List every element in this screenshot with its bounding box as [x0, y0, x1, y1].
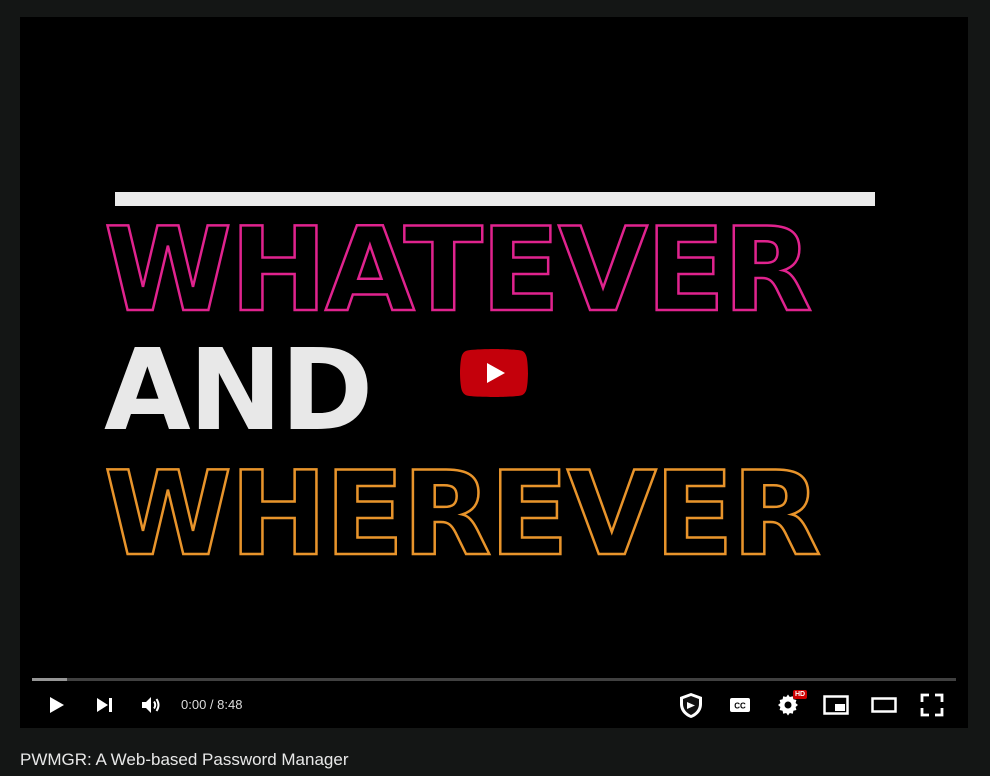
play-icon	[50, 697, 64, 713]
next-icon	[97, 698, 112, 712]
svg-text:CC: CC	[734, 702, 746, 711]
video-player[interactable]: WHATEVER AND WHEREVER 0:00 / 8:48 CC HD	[20, 17, 968, 728]
captions-icon: CC	[730, 698, 750, 712]
theater-mode-icon	[871, 697, 897, 713]
duration: 8:48	[217, 697, 243, 712]
next-button[interactable]	[84, 685, 124, 725]
current-time: 0:00	[181, 697, 207, 712]
miniplayer-icon	[823, 695, 849, 715]
shield-icon	[680, 693, 702, 718]
video-frame[interactable]: WHATEVER AND WHEREVER	[20, 17, 968, 728]
progress-buffered	[32, 678, 68, 681]
miniplayer-button[interactable]	[816, 685, 856, 725]
video-title[interactable]: PWMGR: A Web-based Password Manager	[20, 750, 349, 770]
hd-badge: HD	[793, 690, 808, 699]
frame-word-whatever: WHATEVER	[103, 203, 814, 338]
time-separator: /	[206, 697, 218, 712]
progress-track	[32, 678, 956, 681]
volume-icon	[142, 697, 160, 713]
fullscreen-button[interactable]	[912, 685, 952, 725]
youtube-play-icon	[460, 349, 528, 397]
captions-button[interactable]: CC	[720, 685, 760, 725]
mute-button[interactable]	[131, 685, 171, 725]
time-display: 0:00 / 8:48	[181, 697, 242, 712]
frame-word-wherever: WHEREVER	[103, 447, 823, 582]
large-play-button[interactable]	[460, 349, 528, 397]
extension-shield-button[interactable]	[671, 685, 711, 725]
play-button[interactable]	[36, 685, 76, 725]
progress-bar[interactable]	[32, 674, 956, 684]
control-bar: 0:00 / 8:48 CC HD	[20, 685, 968, 725]
frame-word-and: AND	[104, 326, 373, 456]
fullscreen-icon	[920, 693, 944, 717]
theater-mode-button[interactable]	[864, 685, 904, 725]
